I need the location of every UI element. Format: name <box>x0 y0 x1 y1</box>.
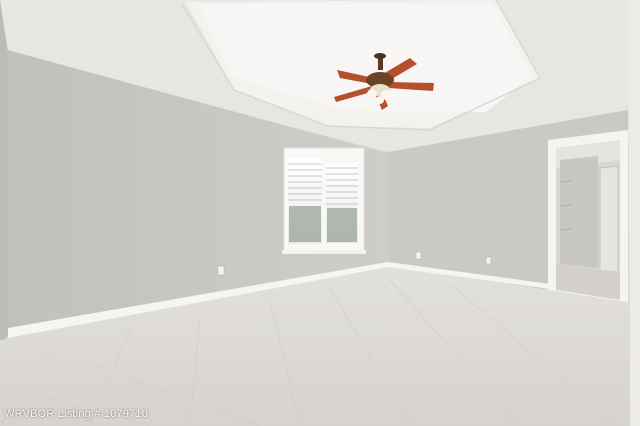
closet-door <box>599 165 619 273</box>
window <box>282 147 366 254</box>
room-photo: WRVBOR Listing # 1079710 <box>0 0 640 426</box>
right-edge-wall <box>628 0 640 426</box>
wall-outlet-back-1 <box>415 251 422 260</box>
wall-outlet-back-2 <box>485 256 492 265</box>
doorway <box>548 130 628 302</box>
left-corner-wall <box>0 0 8 346</box>
room-illustration <box>0 0 640 426</box>
listing-watermark: WRVBOR Listing # 1079710 <box>4 408 149 420</box>
wall-outlet-left <box>217 265 225 276</box>
